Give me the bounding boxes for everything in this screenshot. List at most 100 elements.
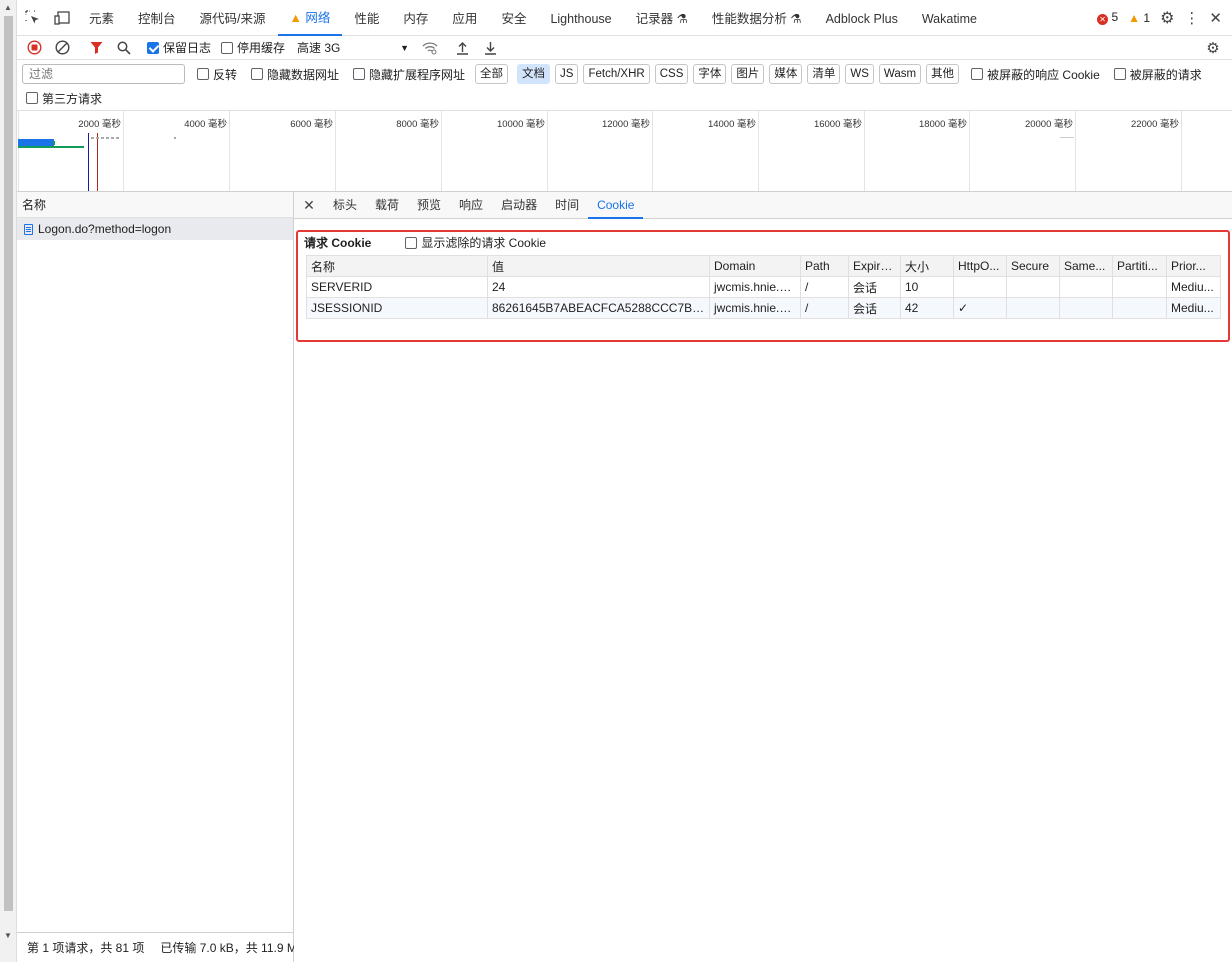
timeline-activity bbox=[91, 137, 121, 139]
timeline-tick: 20000 毫秒 bbox=[1025, 111, 1076, 191]
type-filter-doc[interactable]: 文档 bbox=[517, 64, 551, 84]
scroll-down-icon[interactable]: ▼ bbox=[4, 931, 12, 940]
column-header-samesite[interactable]: Same... bbox=[1059, 255, 1113, 277]
tab-timing[interactable]: 时间 bbox=[546, 192, 588, 219]
tab-console[interactable]: 控制台 bbox=[126, 0, 188, 36]
blocked-response-cookies-checkbox[interactable]: 被屏蔽的响应 Cookie bbox=[971, 66, 1100, 83]
left-scrollbar[interactable]: ▲ ▼ bbox=[0, 0, 17, 962]
column-header-value[interactable]: 值 bbox=[487, 255, 710, 277]
export-har-icon[interactable] bbox=[479, 37, 501, 59]
import-har-icon[interactable] bbox=[451, 37, 473, 59]
hide-extension-urls-checkbox[interactable]: 隐藏扩展程序网址 bbox=[353, 66, 465, 83]
column-header-name[interactable]: 名称 bbox=[306, 255, 488, 277]
column-header-size[interactable]: 大小 bbox=[900, 255, 954, 277]
tab-security[interactable]: 安全 bbox=[489, 0, 538, 36]
more-options-icon[interactable]: ⋮ bbox=[1184, 9, 1199, 27]
disable-cache-checkbox[interactable]: 停用缓存 bbox=[221, 39, 285, 56]
column-header-priority[interactable]: Prior... bbox=[1166, 255, 1221, 277]
scroll-up-icon[interactable]: ▲ bbox=[4, 3, 12, 12]
tab-preview[interactable]: 预览 bbox=[408, 192, 450, 219]
cookie-name: JSESSIONID bbox=[306, 297, 488, 319]
inspect-element-icon[interactable] bbox=[17, 10, 47, 25]
timeline-tick-label: 12000 毫秒 bbox=[601, 119, 650, 130]
network-conditions-icon[interactable] bbox=[419, 37, 441, 59]
type-filter-wasm[interactable]: Wasm bbox=[878, 64, 922, 84]
hide-extension-urls-label: 隐藏扩展程序网址 bbox=[369, 67, 466, 82]
timeline-tick-label: 2000 毫秒 bbox=[78, 119, 121, 130]
type-filter-js[interactable]: JS bbox=[555, 64, 579, 84]
tab-lighthouse[interactable]: Lighthouse bbox=[538, 0, 623, 36]
timeline-overview[interactable]: 2000 毫秒 4000 毫秒 6000 毫秒 8000 毫秒 10000 毫秒… bbox=[17, 110, 1232, 192]
scrollbar-thumb[interactable] bbox=[4, 16, 13, 911]
column-header-secure[interactable]: Secure bbox=[1006, 255, 1060, 277]
column-header-expires[interactable]: Expire... bbox=[848, 255, 901, 277]
network-settings-gear-icon[interactable]: ⚙ bbox=[1202, 37, 1224, 59]
type-filter-font[interactable]: 字体 bbox=[693, 64, 727, 84]
timeline-activity bbox=[1060, 137, 1074, 138]
record-stop-icon[interactable] bbox=[23, 37, 45, 59]
clear-icon[interactable] bbox=[51, 37, 73, 59]
tab-recorder[interactable]: 记录器 ⚗ bbox=[624, 0, 700, 36]
type-filter-css[interactable]: CSS bbox=[654, 64, 689, 84]
type-filter-ws[interactable]: WS bbox=[845, 64, 874, 84]
cookie-row[interactable]: SERVERID 24 jwcmis.hnie.e... / 会话 10 Med… bbox=[306, 276, 1221, 298]
search-icon[interactable] bbox=[113, 37, 135, 59]
tab-payload[interactable]: 载荷 bbox=[366, 192, 408, 219]
cookie-size: 10 bbox=[900, 276, 954, 298]
tab-initiator[interactable]: 启动器 bbox=[492, 192, 546, 219]
column-header-partition-key[interactable]: Partiti... bbox=[1112, 255, 1167, 277]
cookie-samesite bbox=[1059, 276, 1113, 298]
tab-network[interactable]: ▲ 网络 bbox=[277, 0, 343, 36]
device-toolbar-icon[interactable] bbox=[47, 10, 77, 25]
tab-elements[interactable]: 元素 bbox=[77, 0, 126, 36]
third-party-requests-checkbox[interactable]: 第三方请求 bbox=[26, 90, 102, 107]
hide-data-urls-checkbox[interactable]: 隐藏数据网址 bbox=[251, 66, 339, 83]
cookie-secure bbox=[1006, 297, 1060, 319]
column-header-path[interactable]: Path bbox=[800, 255, 849, 277]
dropdown-arrow-icon: ▼ bbox=[400, 42, 410, 53]
warning-counter[interactable]: ▲ 1 bbox=[1128, 11, 1150, 25]
timeline-load-line bbox=[97, 133, 98, 191]
settings-gear-icon[interactable]: ⚙ bbox=[1160, 8, 1174, 28]
blocked-requests-checkbox[interactable]: 被屏蔽的请求 bbox=[1113, 66, 1202, 83]
column-header-httponly[interactable]: HttpO... bbox=[953, 255, 1007, 277]
timeline-tick-label: 18000 毫秒 bbox=[918, 119, 967, 130]
type-filter-manifest[interactable]: 清单 bbox=[807, 64, 841, 84]
document-icon bbox=[24, 223, 33, 235]
tab-performance[interactable]: 性能 bbox=[342, 0, 391, 36]
tab-memory[interactable]: 内存 bbox=[391, 0, 440, 36]
type-filter-media[interactable]: 媒体 bbox=[769, 64, 803, 84]
close-detail-icon[interactable]: ✕ bbox=[294, 197, 324, 214]
checkbox-checked-icon bbox=[147, 41, 159, 54]
tab-headers[interactable]: 标头 bbox=[324, 192, 366, 219]
timeline-gridline bbox=[18, 111, 19, 191]
type-filter-img[interactable]: 图片 bbox=[731, 64, 765, 84]
column-header-domain[interactable]: Domain bbox=[709, 255, 801, 277]
type-filter-all[interactable]: 全部 bbox=[475, 64, 509, 84]
close-devtools-icon[interactable]: ✕ bbox=[1209, 9, 1222, 27]
filter-funnel-icon[interactable] bbox=[85, 37, 107, 59]
tab-response[interactable]: 响应 bbox=[450, 192, 492, 219]
tab-application[interactable]: 应用 bbox=[440, 0, 489, 36]
timeline-tick-label: 8000 毫秒 bbox=[396, 119, 439, 130]
type-filter-other[interactable]: 其他 bbox=[926, 64, 960, 84]
request-row[interactable]: Logon.do?method=logon bbox=[17, 218, 293, 240]
preserve-log-checkbox[interactable]: 保留日志 bbox=[147, 39, 211, 56]
request-list-header[interactable]: 名称 bbox=[17, 192, 293, 218]
tab-sources[interactable]: 源代码/来源 bbox=[188, 0, 278, 36]
tab-adblock-plus[interactable]: Adblock Plus bbox=[814, 0, 910, 36]
tab-cookies[interactable]: Cookie bbox=[588, 192, 644, 219]
cookie-row[interactable]: JSESSIONID 86261645B7ABEACFCA5288CCC7B2B… bbox=[306, 297, 1221, 319]
error-counter[interactable]: ✕ 5 bbox=[1097, 10, 1118, 25]
filter-input[interactable] bbox=[22, 64, 185, 84]
tab-wakatime[interactable]: Wakatime bbox=[910, 0, 989, 36]
cookie-partition-key bbox=[1112, 276, 1167, 298]
invert-checkbox[interactable]: 反转 bbox=[197, 66, 237, 83]
show-filtered-cookies-checkbox[interactable]: 显示滤除的请求 Cookie bbox=[405, 234, 546, 251]
type-filter-fetch-xhr[interactable]: Fetch/XHR bbox=[583, 64, 650, 84]
cookie-table: 名称 值 Domain Path Expire... 大小 HttpO... S… bbox=[306, 255, 1221, 319]
cookie-expires: 会话 bbox=[848, 276, 901, 298]
tab-performance-insights[interactable]: 性能数据分析 ⚗ bbox=[700, 0, 814, 36]
timeline-request-bar bbox=[18, 139, 54, 146]
throttle-select[interactable]: 高速 3G ▼ bbox=[297, 39, 409, 56]
